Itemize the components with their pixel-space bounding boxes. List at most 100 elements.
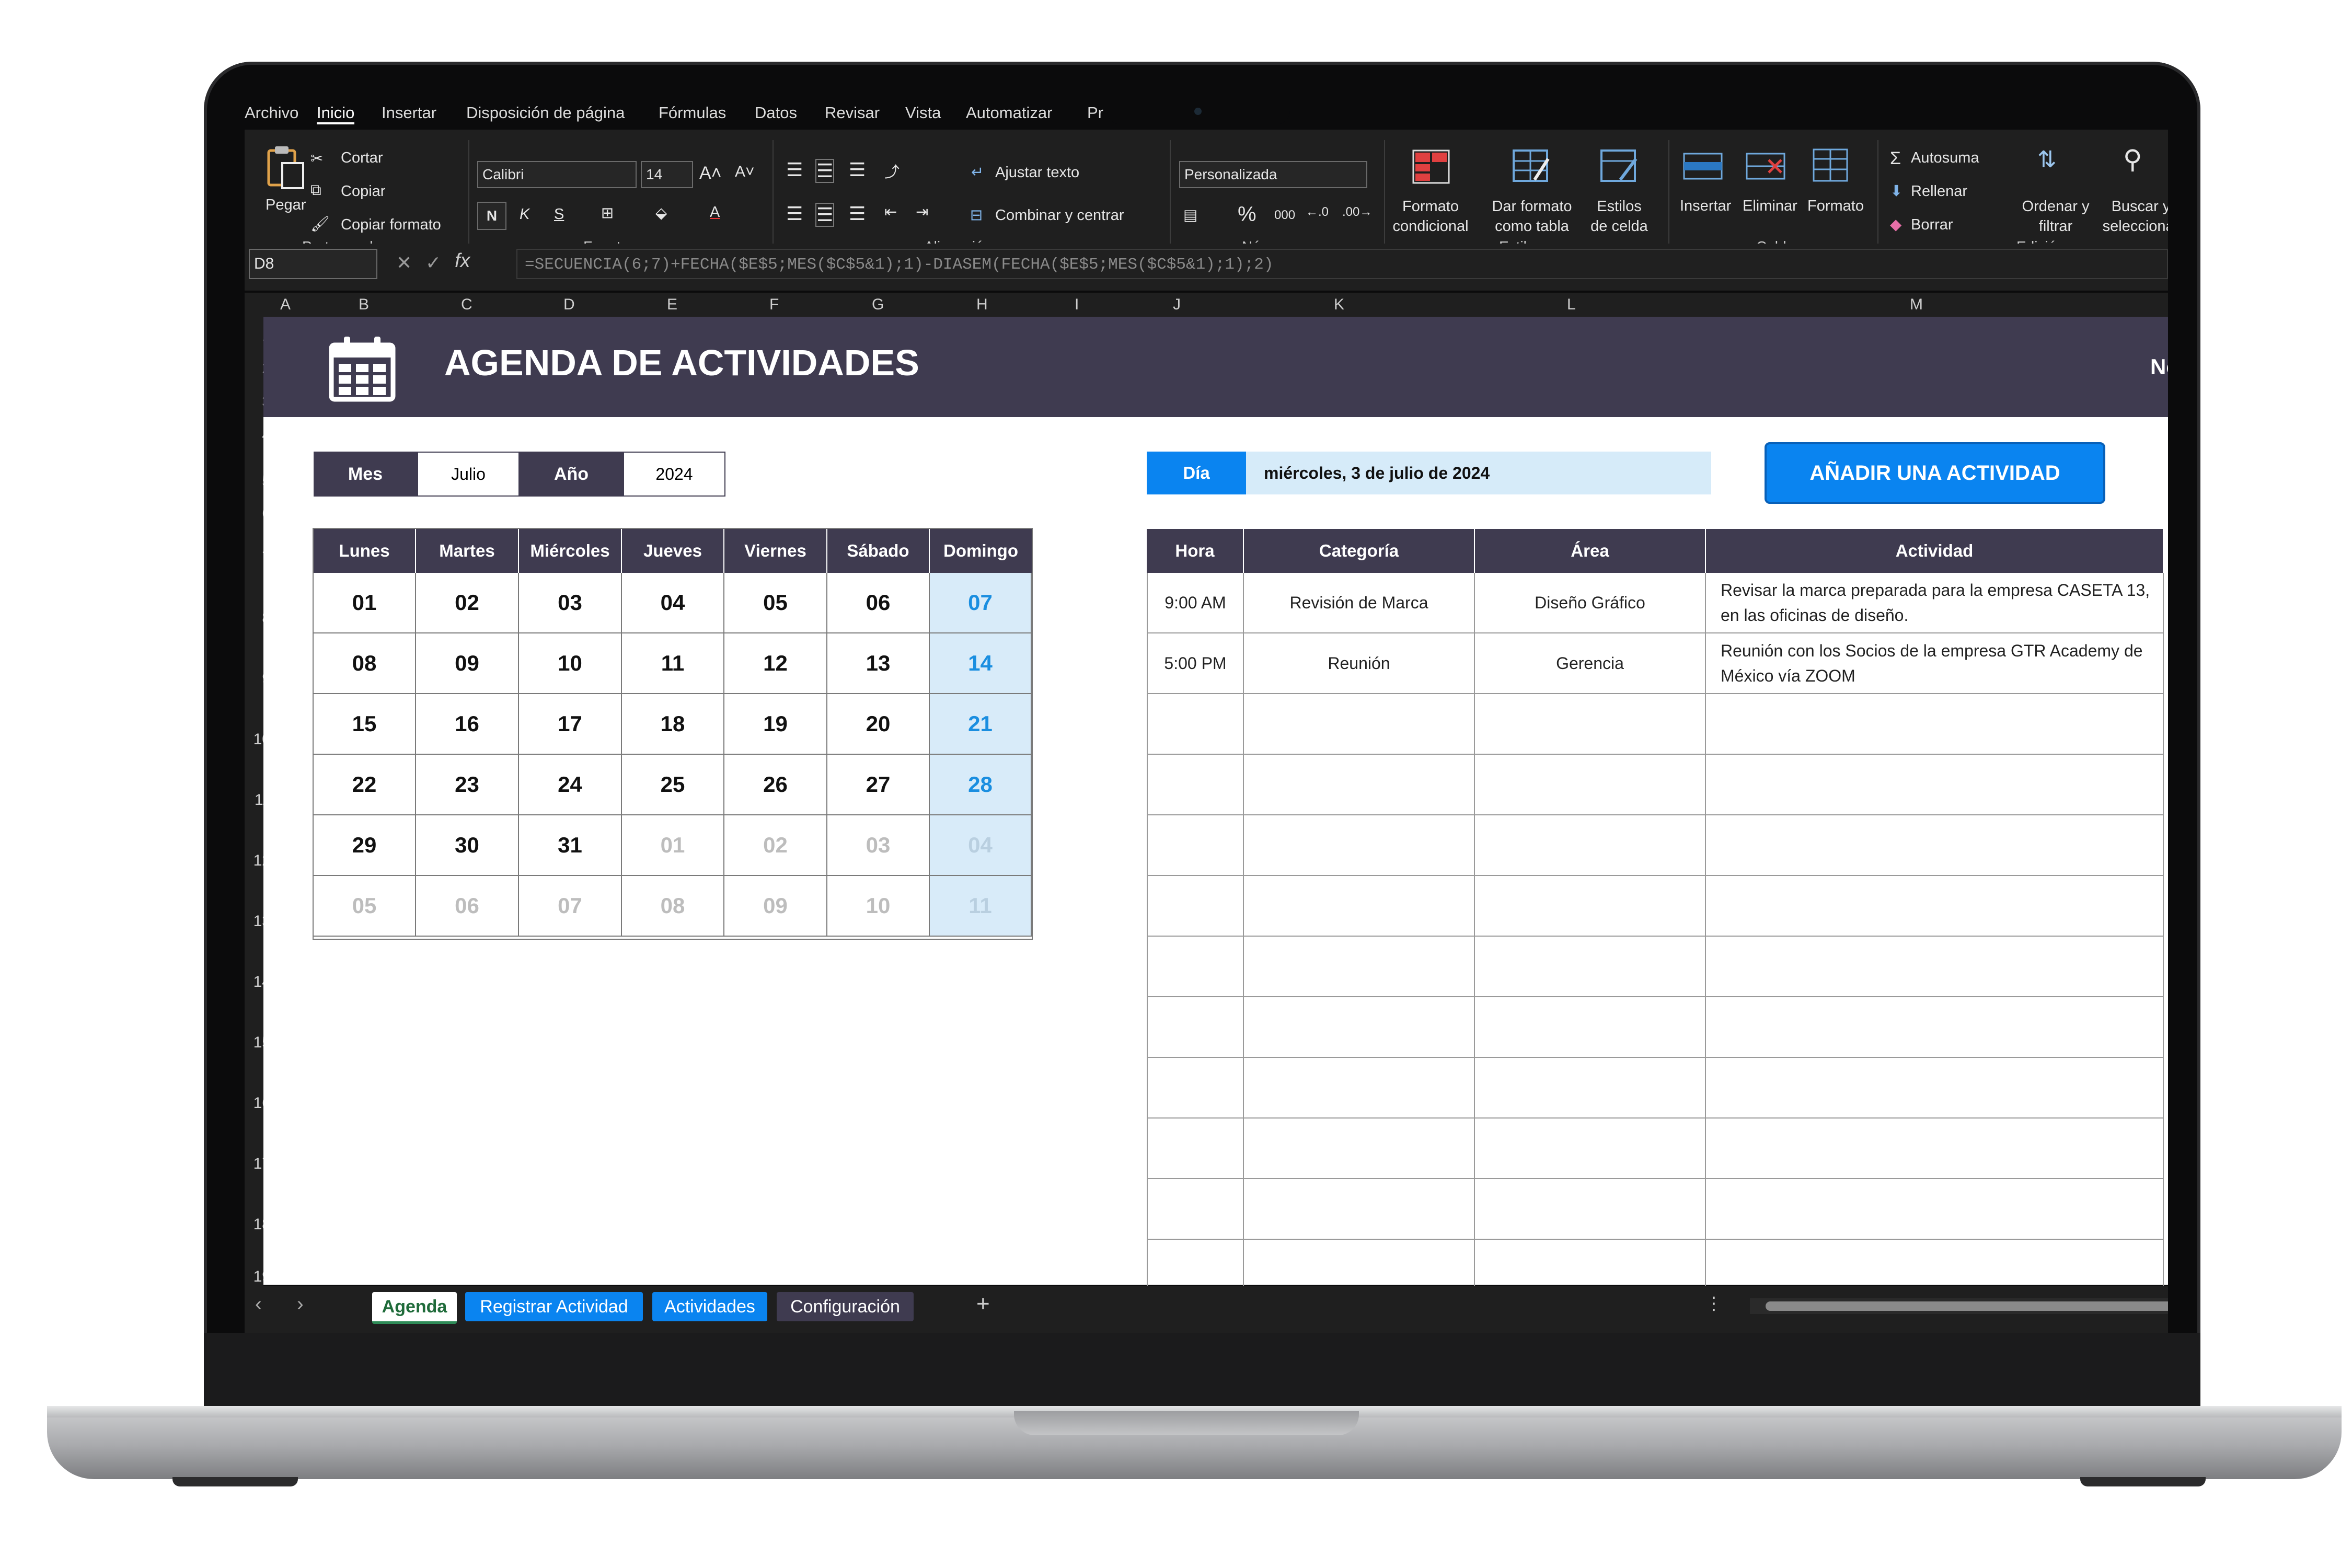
dia-value[interactable]: miércoles, 3 de julio de 2024	[1246, 452, 1711, 494]
sort-filter-icon[interactable]: ⇅	[2037, 146, 2057, 173]
calendar-day[interactable]: 19	[724, 694, 827, 755]
tab-configuracion[interactable]: Configuración	[777, 1292, 914, 1321]
menu-inicio[interactable]: Inicio	[317, 103, 355, 124]
activity-cell[interactable]	[1244, 997, 1475, 1058]
calendar-day[interactable]: 13	[827, 633, 930, 694]
calendar-day[interactable]: 09	[724, 876, 827, 937]
calendar-day[interactable]: 02	[724, 815, 827, 876]
col-header[interactable]: L	[1567, 296, 1576, 314]
activity-cell[interactable]	[1244, 1119, 1475, 1179]
activity-cell[interactable]	[1475, 876, 1706, 937]
activity-cell[interactable]: 9:00 AM	[1147, 573, 1244, 633]
activity-cell[interactable]	[1475, 937, 1706, 997]
activity-cell[interactable]	[1475, 755, 1706, 815]
add-sheet-icon[interactable]: +	[976, 1291, 990, 1317]
more-options-icon[interactable]: ⋮	[1705, 1293, 1723, 1314]
activity-cell[interactable]	[1147, 876, 1244, 937]
col-header[interactable]: B	[359, 296, 369, 314]
orientation-icon[interactable]: ⤴	[884, 160, 900, 182]
decrease-decimal-icon[interactable]: .00→	[1342, 205, 1372, 220]
wrap-text-icon[interactable]: ↵	[971, 163, 984, 181]
activity-cell[interactable]	[1706, 815, 2164, 876]
col-header[interactable]: K	[1334, 296, 1344, 314]
calendar-day[interactable]: 05	[724, 573, 827, 633]
col-header[interactable]: F	[769, 296, 779, 314]
activity-cell[interactable]	[1475, 1058, 1706, 1119]
calendar-day[interactable]: 09	[416, 633, 519, 694]
paste-icon[interactable]	[264, 144, 306, 190]
activity-cell[interactable]	[1147, 937, 1244, 997]
col-header[interactable]: M	[1910, 296, 1923, 314]
calendar-day[interactable]: 17	[519, 694, 622, 755]
next-sheet-icon[interactable]: ›	[297, 1293, 304, 1316]
activity-cell[interactable]	[1147, 1058, 1244, 1119]
format-as-table-button[interactable]: Dar formato como tabla	[1488, 197, 1576, 236]
increase-indent-icon[interactable]: ⇥	[916, 203, 928, 221]
fill-icon[interactable]: ⬇	[1890, 182, 1903, 200]
activity-cell[interactable]	[1147, 694, 1244, 755]
calendar-day[interactable]: 06	[416, 876, 519, 937]
menu-datos[interactable]: Datos	[755, 103, 797, 122]
cut-button[interactable]: Cortar	[341, 149, 383, 167]
number-format-select[interactable]: Personalizada	[1179, 161, 1367, 188]
calendar-day[interactable]: 15	[314, 694, 416, 755]
tab-agenda[interactable]: Agenda	[372, 1292, 457, 1324]
find-select-button[interactable]: Buscar y seleccionar	[2099, 197, 2168, 236]
activity-cell[interactable]	[1706, 937, 2164, 997]
calendar-day[interactable]: 27	[827, 755, 930, 815]
calendar-day[interactable]: 05	[314, 876, 416, 937]
autosum-icon[interactable]: Σ	[1890, 148, 1901, 169]
sort-filter-button[interactable]: Ordenar y filtrar	[2022, 197, 2090, 236]
calendar-day[interactable]: 04	[622, 573, 724, 633]
fill-color-icon[interactable]: ⬙	[655, 204, 667, 222]
calendar-day[interactable]: 03	[519, 573, 622, 633]
borders-icon[interactable]: ⊞	[601, 204, 614, 222]
tab-actividades[interactable]: Actividades	[652, 1292, 767, 1321]
col-header[interactable]: G	[872, 296, 884, 314]
activity-cell[interactable]	[1706, 1119, 2164, 1179]
activity-cell[interactable]	[1244, 694, 1475, 755]
menu-insertar[interactable]: Insertar	[382, 103, 436, 122]
italic-button[interactable]: K	[520, 206, 529, 223]
activity-cell[interactable]	[1475, 694, 1706, 755]
calendar-day[interactable]: 03	[827, 815, 930, 876]
align-right-icon[interactable]: ☰	[849, 203, 866, 225]
scrollbar-thumb[interactable]	[1766, 1301, 2168, 1311]
search-icon[interactable]: ⚲	[2123, 144, 2142, 175]
calendar-day[interactable]: 20	[827, 694, 930, 755]
conditional-format-icon[interactable]	[1411, 148, 1451, 185]
activity-cell[interactable]: Reunión con los Socios de la empresa GTR…	[1706, 633, 2164, 694]
copy-icon[interactable]: ⧉	[310, 182, 321, 199]
calendar-day[interactable]: 30	[416, 815, 519, 876]
clear-button[interactable]: Borrar	[1911, 216, 1953, 234]
clear-icon[interactable]: ◆	[1890, 215, 1901, 234]
align-top-icon[interactable]: ☰	[786, 159, 803, 181]
activity-cell[interactable]: Diseño Gráfico	[1475, 573, 1706, 633]
activity-cell[interactable]: 5:00 PM	[1147, 633, 1244, 694]
activity-cell[interactable]	[1147, 755, 1244, 815]
accounting-icon[interactable]: ▤	[1183, 206, 1197, 224]
calendar-day[interactable]: 10	[519, 633, 622, 694]
menu-disposicion[interactable]: Disposición de página	[466, 103, 625, 122]
activity-cell[interactable]: Revisión de Marca	[1244, 573, 1475, 633]
tab-registrar-actividad[interactable]: Registrar Actividad	[465, 1292, 643, 1321]
prev-sheet-icon[interactable]: ‹	[255, 1293, 262, 1316]
delete-button[interactable]: Eliminar	[1743, 198, 1797, 215]
font-family-select[interactable]: Calibri	[477, 161, 637, 188]
activity-cell[interactable]	[1244, 755, 1475, 815]
fx-button[interactable]: fx	[455, 250, 470, 272]
enter-icon[interactable]: ✓	[425, 252, 441, 274]
activity-cell[interactable]	[1475, 1179, 1706, 1240]
activity-cell[interactable]	[1244, 1058, 1475, 1119]
calendar-day[interactable]: 28	[930, 755, 1032, 815]
menu-automatizar[interactable]: Automatizar	[966, 103, 1052, 122]
calendar-day[interactable]: 08	[622, 876, 724, 937]
calendar-day[interactable]: 11	[930, 876, 1032, 937]
col-header[interactable]: A	[280, 296, 291, 314]
col-header[interactable]: I	[1075, 296, 1079, 314]
activity-cell[interactable]	[1706, 997, 2164, 1058]
calendar-day[interactable]: 02	[416, 573, 519, 633]
activity-cell[interactable]: Revisar la marca preparada para la empre…	[1706, 573, 2164, 633]
fill-button[interactable]: Rellenar	[1911, 183, 1967, 200]
cell-styles-button[interactable]: Estilos de celda	[1588, 197, 1651, 236]
